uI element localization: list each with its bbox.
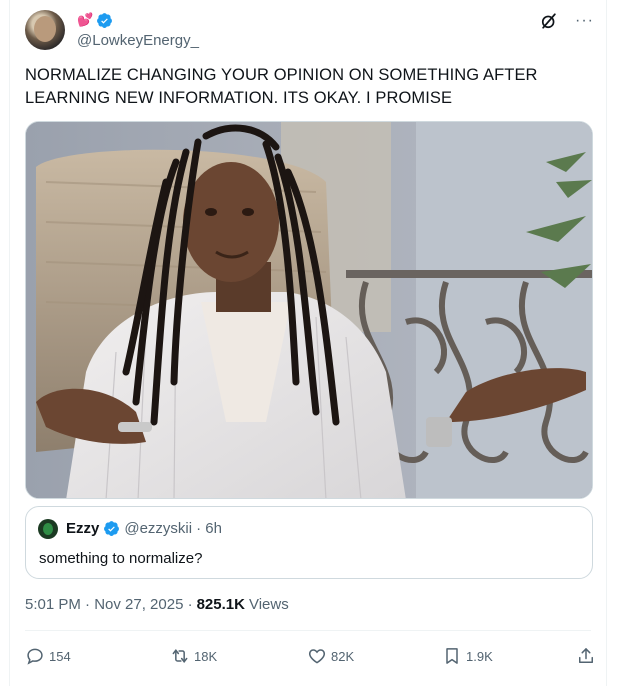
header-actions: ··· [539, 10, 594, 32]
verified-badge-icon [97, 12, 113, 28]
quoted-author-row: Ezzy @ezzyskii · 6h [66, 520, 222, 537]
heart-icon [308, 649, 326, 664]
author-name-row[interactable]: 💕 [77, 11, 113, 29]
hearts-emoji: 💕 [77, 12, 94, 27]
quoted-author-avatar [38, 519, 58, 539]
reply-count: 154 [49, 648, 71, 664]
reply-button[interactable]: 154 [25, 644, 71, 668]
like-count: 82K [331, 648, 355, 664]
repost-button[interactable]: 18K [170, 644, 217, 668]
action-bar: 154 18K 82K 1.9K [25, 644, 600, 668]
bookmark-icon [446, 648, 458, 664]
quoted-text: something to normalize? [39, 550, 203, 567]
more-icon[interactable]: ··· [575, 13, 594, 29]
tweet-text: NORMALIZE CHANGING YOUR OPINION ON SOMET… [25, 66, 538, 107]
share-button[interactable] [576, 644, 596, 668]
author-handle[interactable]: @LowkeyEnergy_ [77, 32, 199, 49]
repost-icon [172, 649, 188, 663]
quoted-author-name: Ezzy [66, 520, 100, 537]
grok-icon[interactable] [539, 11, 559, 31]
bookmark-count: 1.9K [466, 648, 493, 664]
author-avatar[interactable] [25, 10, 65, 50]
reply-icon [27, 648, 43, 665]
quoted-time: · 6h [196, 520, 222, 537]
tweet-header: 💕 @LowkeyEnergy_ ··· [25, 10, 594, 50]
views-count: 825.1K [196, 596, 245, 613]
quoted-author-handle: @ezzyskii [124, 520, 193, 537]
bookmark-button[interactable]: 1.9K [442, 644, 493, 668]
media-illustration [26, 122, 592, 498]
repost-count: 18K [194, 648, 218, 664]
tweet-meta: 5:01 PM · Nov 27, 2025 · 825.1K Views [25, 596, 289, 613]
like-button[interactable]: 82K [307, 644, 354, 668]
share-icon [579, 648, 593, 663]
tweet-card: 💕 @LowkeyEnergy_ ··· NORMALIZE CHANGING … [9, 0, 607, 686]
quoted-verified-badge-icon [104, 521, 120, 536]
divider [25, 630, 591, 631]
views-label: Views [248, 596, 289, 613]
quoted-tweet[interactable]: Ezzy @ezzyskii · 6h something to normali… [25, 506, 593, 579]
timestamp[interactable]: 5:01 PM · Nov 27, 2025 · [25, 596, 193, 613]
tweet-media-image[interactable] [25, 121, 593, 499]
